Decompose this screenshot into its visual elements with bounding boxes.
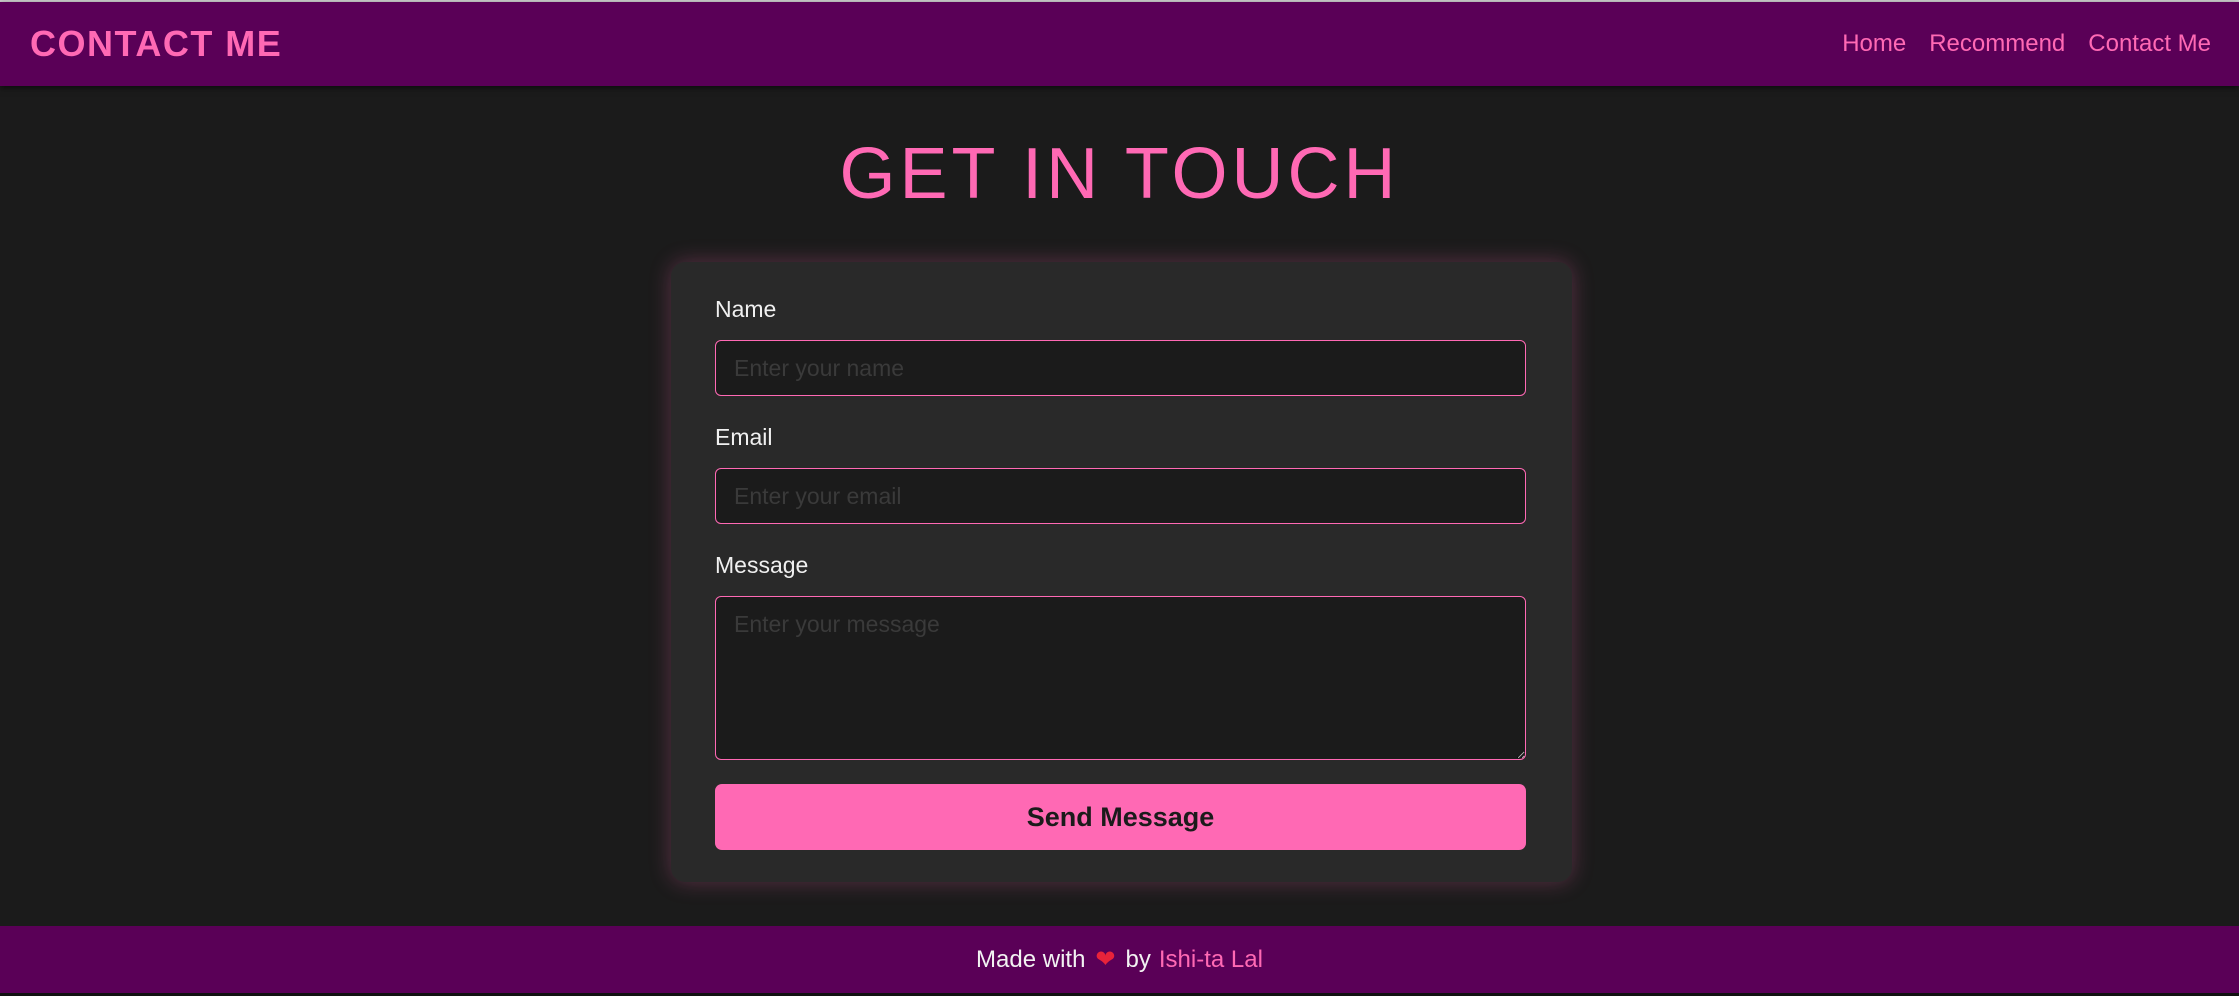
- message-label: Message: [715, 552, 809, 578]
- nav-links: Home Recommend Contact Me: [1842, 2, 2211, 86]
- footer-by-text: by: [1125, 945, 1151, 973]
- author-link[interactable]: Ishi-ta Lal: [1159, 946, 1263, 974]
- contact-form: Name Email Message Send Message: [671, 262, 1572, 882]
- page-title: GET IN TOUCH: [839, 134, 1400, 214]
- message-textarea[interactable]: [715, 596, 1526, 760]
- email-label: Email: [715, 424, 773, 450]
- nav-link-recommend[interactable]: Recommend: [1929, 30, 2065, 58]
- send-message-button[interactable]: Send Message: [715, 784, 1526, 850]
- heart-icon: ❤: [1095, 946, 1116, 973]
- brand-title: CONTACT ME: [30, 23, 283, 64]
- footer: Made with ❤ by Ishi-ta Lal: [0, 926, 2239, 993]
- nav-link-home[interactable]: Home: [1842, 30, 1906, 58]
- name-input[interactable]: [715, 340, 1526, 396]
- email-input[interactable]: [715, 468, 1526, 524]
- footer-prefix-text: Made with: [976, 945, 1086, 973]
- nav-link-contact-me[interactable]: Contact Me: [2088, 30, 2211, 58]
- navbar: CONTACT ME Home Recommend Contact Me: [0, 2, 2239, 86]
- name-label: Name: [715, 296, 777, 322]
